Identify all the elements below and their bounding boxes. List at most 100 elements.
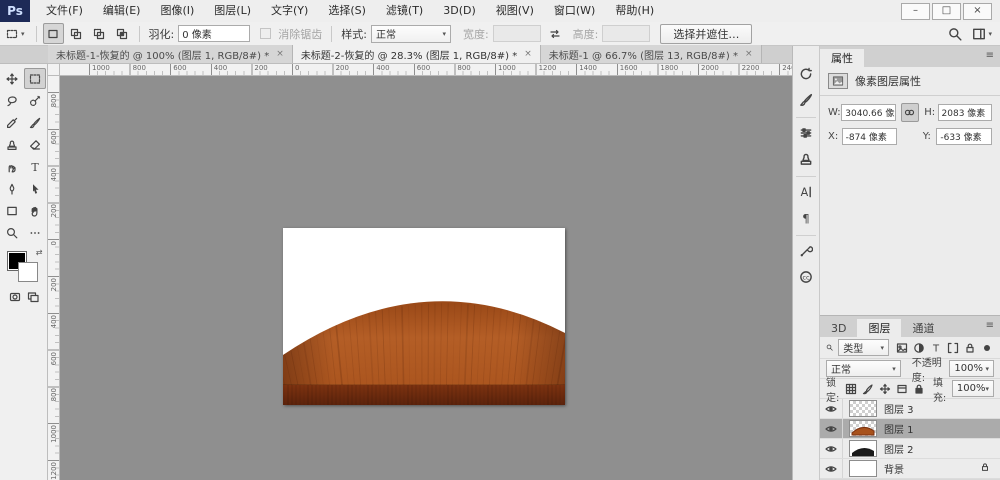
minimize-button[interactable]: – (901, 3, 930, 20)
maximize-button[interactable]: □ (932, 3, 961, 20)
adjustments-panel-button[interactable] (794, 121, 818, 145)
document-tab-1[interactable]: 未标题-1-恢复的 @ 100% (图层 1, RGB/8#) *× (48, 45, 293, 63)
visibility-eye-icon[interactable] (820, 459, 843, 478)
filter-pixel-layers-icon[interactable] (894, 340, 909, 355)
zoom-tool[interactable] (1, 222, 23, 243)
link-dimensions-button[interactable] (901, 103, 920, 122)
lock-all-icon[interactable] (913, 381, 925, 396)
menu-item-3[interactable]: 图层(L) (204, 0, 261, 22)
visibility-eye-icon[interactable] (820, 439, 843, 458)
subtract-from-selection-button[interactable] (89, 23, 110, 44)
rectangular-marquee-tool[interactable] (24, 68, 46, 89)
screen-mode-icon[interactable] (27, 291, 39, 303)
brush-settings-panel-button[interactable] (794, 88, 818, 112)
layer-row-图层 2[interactable]: 图层 2 (820, 439, 1000, 459)
menu-item-10[interactable]: 帮助(H) (605, 0, 664, 22)
filter-toggle-icon[interactable] (979, 340, 994, 355)
libraries-panel-button[interactable]: cc (794, 265, 818, 289)
feather-input[interactable]: 0 像素 (178, 25, 250, 42)
layer-thumbnail[interactable] (849, 400, 877, 417)
edit-toolbar[interactable] (24, 222, 46, 243)
tab-properties[interactable]: 属性 (820, 49, 864, 67)
menu-item-5[interactable]: 选择(S) (318, 0, 376, 22)
clone-source-panel-button[interactable] (794, 147, 818, 171)
eraser-tool[interactable] (24, 134, 46, 155)
workspace-switcher[interactable]: ▾ (972, 27, 992, 41)
filter-type-select[interactable]: 类型▾ (838, 339, 889, 356)
brush-tool[interactable] (24, 112, 46, 133)
eyedropper-tool[interactable] (1, 112, 23, 133)
new-selection-button[interactable] (43, 23, 64, 44)
menu-item-2[interactable]: 图像(I) (150, 0, 204, 22)
swap-width-height-icon[interactable] (549, 28, 561, 40)
path-selection-tool[interactable] (24, 178, 46, 199)
intersect-selection-button[interactable] (112, 23, 133, 44)
filter-smart-objects-icon[interactable] (962, 340, 977, 355)
smudge-tool[interactable] (1, 156, 23, 177)
antialias-checkbox[interactable] (260, 28, 271, 39)
tab-图层[interactable]: 图层 (857, 319, 901, 337)
layer-row-背景[interactable]: 背景 (820, 459, 1000, 479)
tool-preset-picker[interactable]: ▾ (0, 22, 31, 45)
quick-selection-tool[interactable] (24, 90, 46, 111)
x-value-input[interactable]: -874 像素 (842, 128, 898, 145)
paragraph-panel-button[interactable]: ¶ (794, 206, 818, 230)
hand-tool[interactable] (24, 200, 46, 221)
horizontal-ruler[interactable]: 1000800600400200020040060080010001200140… (60, 64, 792, 76)
background-color-swatch[interactable] (18, 262, 38, 282)
filter-shape-layers-icon[interactable] (945, 340, 960, 355)
menu-item-8[interactable]: 视图(V) (486, 0, 544, 22)
pen-tool[interactable] (1, 178, 23, 199)
layer-row-图层 1[interactable]: 图层 1 (820, 419, 1000, 439)
layer-thumbnail[interactable] (849, 440, 877, 457)
add-to-selection-button[interactable] (66, 23, 87, 44)
move-tool[interactable] (1, 68, 23, 89)
rectangle-tool[interactable] (1, 200, 23, 221)
canvas-workspace[interactable] (60, 76, 792, 480)
search-icon[interactable] (948, 27, 962, 41)
y-value-input[interactable]: -633 像素 (936, 128, 992, 145)
panel-menu-icon[interactable]: ≡ (986, 50, 994, 61)
character-panel-button[interactable]: A (794, 180, 818, 204)
menu-item-9[interactable]: 窗口(W) (544, 0, 605, 22)
close-button[interactable]: × (963, 3, 992, 20)
width-value-input[interactable]: 3040.66 像素 (841, 104, 895, 121)
menu-item-0[interactable]: 文件(F) (36, 0, 93, 22)
layer-row-图层 3[interactable]: 图层 3 (820, 399, 1000, 419)
swap-colors-icon[interactable]: ⇄ (36, 248, 43, 257)
opacity-select[interactable]: 100%▾ (949, 360, 994, 377)
document-canvas[interactable] (283, 228, 565, 405)
fill-select[interactable]: 100%▾ (952, 380, 994, 397)
lock-artboard-icon[interactable] (896, 381, 908, 396)
type-tool[interactable]: T (24, 156, 46, 177)
tab-close-icon[interactable]: × (745, 49, 753, 59)
lock-pixels-icon[interactable] (862, 381, 874, 396)
tab-close-icon[interactable]: × (524, 49, 532, 59)
quick-mask-icon[interactable] (9, 291, 21, 303)
history-panel-button[interactable] (794, 62, 818, 86)
select-and-mask-button[interactable]: 选择并遮住… (660, 24, 752, 44)
panel-menu-icon[interactable]: ≡ (986, 320, 994, 331)
menu-item-4[interactable]: 文字(Y) (261, 0, 318, 22)
tab-通道[interactable]: 通道 (901, 319, 945, 337)
vertical-ruler[interactable]: 800600400200020040060080010001200 (48, 76, 60, 480)
layer-thumbnail[interactable] (849, 420, 877, 437)
filter-search-icon[interactable] (826, 342, 833, 353)
visibility-eye-icon[interactable] (820, 399, 843, 418)
lock-transparency-icon[interactable] (845, 381, 857, 396)
menu-item-7[interactable]: 3D(D) (433, 0, 486, 22)
tab-close-icon[interactable]: × (276, 49, 284, 59)
style-select[interactable]: 正常▾ (371, 25, 451, 43)
layer-thumbnail[interactable] (849, 460, 877, 477)
menu-item-1[interactable]: 编辑(E) (93, 0, 151, 22)
ruler-origin-corner[interactable] (48, 64, 60, 76)
document-tab-3[interactable]: 未标题-1 @ 66.7% (图层 13, RGB/8#) *× (541, 45, 762, 63)
tab-3D[interactable]: 3D (820, 319, 857, 337)
clone-stamp-tool[interactable] (1, 134, 23, 155)
lock-position-icon[interactable] (879, 381, 891, 396)
lasso-tool[interactable] (1, 90, 23, 111)
height-value-input[interactable]: 2083 像素 (938, 104, 992, 121)
visibility-eye-icon[interactable] (820, 419, 843, 438)
menu-item-6[interactable]: 滤镜(T) (376, 0, 433, 22)
document-tab-2[interactable]: 未标题-2-恢复的 @ 28.3% (图层 1, RGB/8#) *× (293, 45, 541, 63)
